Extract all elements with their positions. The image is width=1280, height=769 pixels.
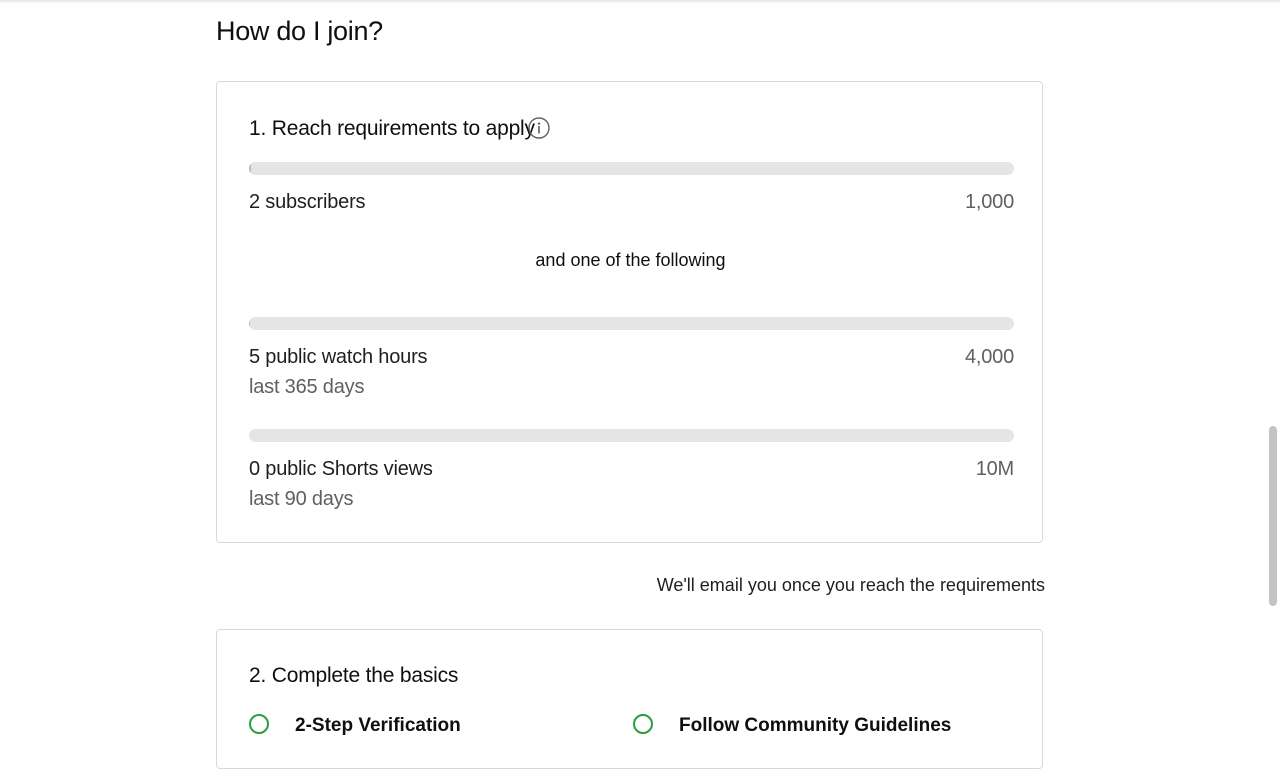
check-circle-icon bbox=[633, 714, 653, 734]
check-circle-icon bbox=[249, 714, 269, 734]
basics-card-title: 2. Complete the basics bbox=[249, 664, 459, 687]
shorts-views-target: 10M bbox=[975, 458, 1015, 480]
section-title: How do I join? bbox=[216, 16, 383, 46]
subscribers-progress-bar bbox=[249, 162, 1014, 175]
page-scrollbar[interactable] bbox=[1266, 0, 1280, 720]
or-divider-text: and one of the following bbox=[535, 250, 726, 270]
subscribers-target: 1,000 bbox=[964, 191, 1014, 213]
watch-hours-target: 4,000 bbox=[964, 346, 1014, 368]
watch-hours-count: 5 public watch hours bbox=[249, 346, 428, 368]
shorts-views-count: 0 public Shorts views bbox=[249, 458, 433, 480]
email-notice: We'll email you once you reach the requi… bbox=[656, 575, 1045, 595]
watch-hours-period: last 365 days bbox=[249, 376, 365, 398]
shorts-views-progress-bar bbox=[249, 429, 1014, 442]
subscribers-progress-fill bbox=[249, 162, 251, 175]
basics-item-label: 2-Step Verification bbox=[295, 715, 461, 736]
watch-hours-progress-fill bbox=[249, 317, 250, 330]
top-divider bbox=[0, 0, 1280, 4]
requirements-card: 1. Reach requirements to apply 2 subscri… bbox=[216, 81, 1043, 543]
watch-hours-progress-bar bbox=[249, 317, 1014, 330]
basics-card: 2. Complete the basics 2-Step Verificati… bbox=[216, 629, 1043, 769]
basics-item-label: Follow Community Guidelines bbox=[679, 715, 952, 736]
subscribers-count: 2 subscribers bbox=[249, 191, 366, 213]
info-icon[interactable] bbox=[528, 117, 550, 139]
requirements-card-title: 1. Reach requirements to apply bbox=[249, 117, 535, 140]
shorts-views-period: last 90 days bbox=[249, 488, 354, 510]
scrollbar-thumb[interactable] bbox=[1269, 426, 1277, 606]
